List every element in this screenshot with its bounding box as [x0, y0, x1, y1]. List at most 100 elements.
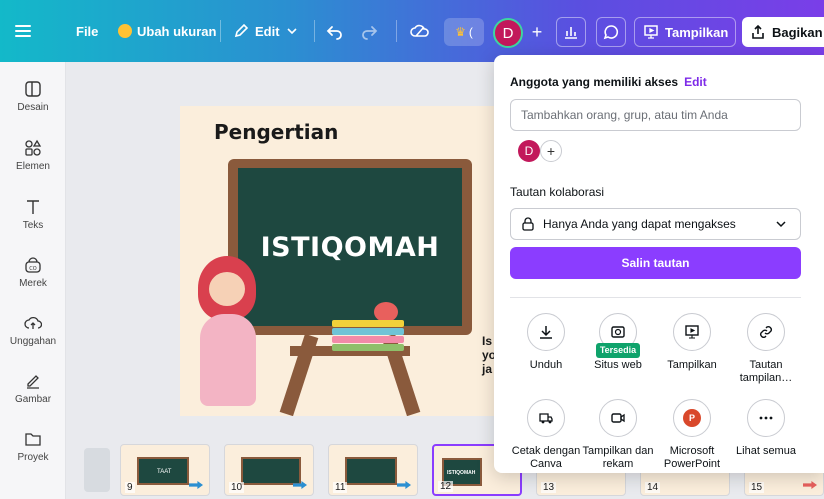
page-number: 9 — [125, 482, 135, 493]
thumb-board — [241, 457, 301, 485]
left-sidebar: Desain Elemen Teks CO Merek Unggahan Gam… — [0, 62, 66, 499]
sidebar-item-label: Gambar — [14, 393, 52, 405]
slide-title: Pengertian — [214, 120, 339, 144]
comment-icon[interactable] — [596, 17, 626, 47]
option-label: Tampilkan dan rekam — [582, 445, 654, 470]
add-collaborator-button[interactable]: + — [526, 18, 548, 46]
page-number: 15 — [749, 482, 765, 493]
chalkboard-text: ISTIQOMAH — [260, 232, 440, 263]
available-badge: Tersedia — [595, 343, 641, 358]
sidebar-item-projects[interactable]: Proyek — [0, 420, 66, 472]
upgrade-button[interactable]: ♛ ( — [444, 18, 484, 46]
option-see-all[interactable]: Lihat semua — [726, 399, 806, 458]
sidebar-item-design[interactable]: Desain — [0, 70, 66, 122]
sidebar-item-draw[interactable]: Gambar — [0, 362, 66, 414]
member-avatar[interactable]: D — [518, 140, 540, 162]
cloud-save-icon[interactable] — [410, 0, 430, 62]
undo-icon[interactable] — [326, 0, 344, 62]
download-icon — [527, 313, 565, 351]
option-label: Microsoft PowerPoint — [663, 445, 721, 470]
page-thumbnail[interactable]: 11 — [328, 444, 418, 496]
sidebar-item-uploads[interactable]: Unggahan — [0, 304, 66, 356]
print-truck-icon — [527, 399, 565, 437]
collab-link-heading: Tautan kolaborasi — [510, 185, 605, 199]
book — [332, 320, 404, 327]
share-icon — [752, 24, 764, 39]
option-label: Lihat semua — [736, 445, 796, 457]
insights-icon[interactable] — [556, 17, 586, 47]
thumb-board: TAAT — [137, 457, 189, 485]
share-panel: Anggota yang memiliki akses Edit Tambahka… — [494, 55, 824, 473]
sidebar-item-elements[interactable]: Elemen — [0, 129, 66, 181]
option-record[interactable]: Tampilkan dan rekam — [578, 399, 658, 471]
girl-dress — [200, 314, 256, 406]
resize-label: Ubah ukuran — [137, 23, 217, 39]
apple-illustration — [374, 302, 398, 322]
chevron-down-icon — [286, 28, 297, 35]
crown-icon: ♛ — [455, 25, 466, 39]
book — [332, 328, 404, 335]
chevron-down-icon — [776, 221, 786, 228]
invite-input[interactable]: Tambahkan orang, grup, atau tim Anda — [510, 99, 801, 131]
sidebar-item-label: Merek — [19, 277, 47, 289]
sidebar-item-label: Elemen — [16, 160, 50, 172]
redo-icon[interactable] — [360, 0, 378, 62]
sidebar-item-label: Unggahan — [9, 335, 57, 347]
pencil-icon — [234, 23, 249, 38]
powerpoint-icon: P — [673, 399, 711, 437]
lock-icon — [522, 217, 534, 231]
divider — [314, 20, 315, 42]
thumb-title: TAAT — [157, 469, 172, 475]
page-number: 12 — [438, 481, 454, 492]
layout-icon — [25, 80, 41, 97]
page-thumbnail[interactable]: TAAT 9 — [120, 444, 210, 496]
edit-label: Edit — [255, 23, 280, 39]
crown-icon — [118, 24, 132, 38]
copy-link-button[interactable]: Salin tautan — [510, 247, 801, 279]
slide[interactable]: Pengertian ISTIQOMAH Is yo ja — [180, 106, 500, 416]
file-menu[interactable]: File — [76, 0, 98, 62]
option-label: Cetak dengan Canva — [511, 445, 581, 470]
access-option: Hanya Anda yang dapat mengakses — [543, 217, 736, 231]
text-icon — [27, 199, 39, 214]
sidebar-item-brand[interactable]: CO Merek — [0, 246, 66, 298]
avatar[interactable]: D — [493, 18, 523, 48]
access-dropdown[interactable]: Hanya Anda yang dapat mengakses — [510, 208, 801, 240]
resize-button[interactable]: Ubah ukuran — [118, 0, 216, 62]
edit-access-link[interactable]: Edit — [684, 75, 707, 89]
previous-thumb-partial[interactable] — [84, 448, 110, 492]
powerpoint-logo: P — [683, 409, 701, 427]
sidebar-item-text[interactable]: Teks — [0, 188, 66, 240]
arrow-icon — [803, 481, 817, 489]
shapes-icon — [25, 139, 42, 156]
option-website[interactable]: Tersedia Situs web — [578, 313, 658, 372]
page-thumbnail[interactable]: 10 — [224, 444, 314, 496]
present-icon — [673, 313, 711, 351]
present-button[interactable]: Tampilkan — [634, 17, 736, 47]
divider — [220, 20, 221, 42]
book — [332, 344, 404, 351]
arrow-icon — [397, 481, 411, 489]
record-icon — [599, 399, 637, 437]
edit-menu[interactable]: Edit — [233, 0, 298, 62]
page-number: 11 — [333, 482, 348, 493]
option-present[interactable]: Tampilkan — [652, 313, 732, 372]
upgrade-label: ( — [468, 25, 473, 39]
menu-icon[interactable] — [14, 0, 32, 62]
option-powerpoint[interactable]: P Microsoft PowerPoint — [652, 399, 732, 471]
option-view-link[interactable]: Tautan tampilan… — [726, 313, 806, 385]
option-label: Unduh — [529, 359, 563, 371]
draw-icon — [27, 374, 39, 389]
add-member-button[interactable]: + — [540, 140, 562, 162]
share-button[interactable]: Bagikan — [742, 17, 824, 47]
more-icon — [747, 399, 785, 437]
upload-icon — [24, 316, 42, 329]
access-label: Anggota yang memiliki akses — [510, 75, 679, 89]
folder-icon — [25, 432, 41, 446]
option-download[interactable]: Unduh — [506, 313, 586, 372]
brand-icon: CO — [25, 256, 41, 273]
option-print[interactable]: Cetak dengan Canva — [506, 399, 586, 471]
top-toolbar: File Ubah ukuran Edit ♛ ( D + Tampilkan … — [0, 0, 824, 62]
access-heading: Anggota yang memiliki akses Edit — [510, 75, 707, 89]
book — [332, 336, 404, 343]
